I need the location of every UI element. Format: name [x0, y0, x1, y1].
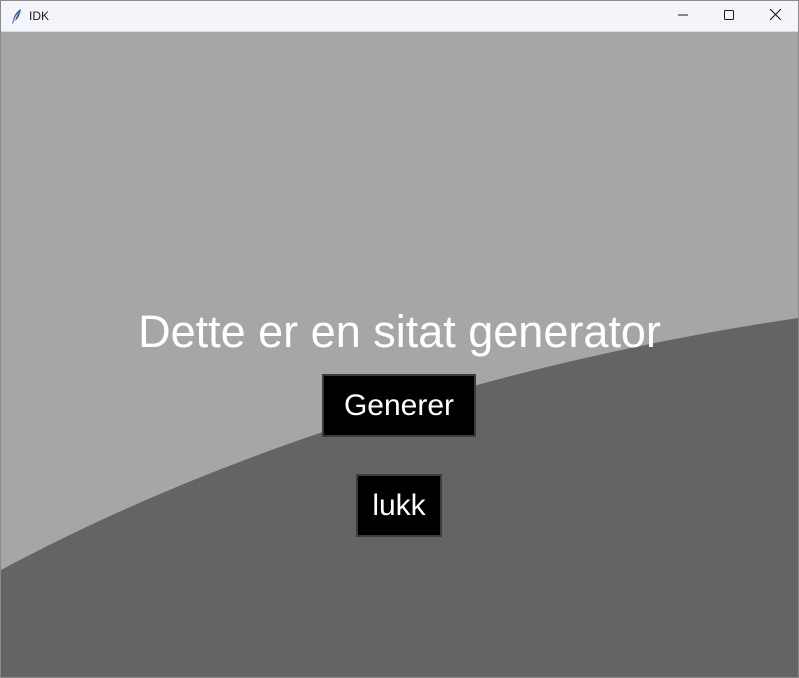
- minimize-button[interactable]: [660, 1, 706, 31]
- title-bar[interactable]: IDK: [1, 1, 798, 32]
- generate-button[interactable]: Generer: [322, 374, 476, 437]
- maximize-button[interactable]: [706, 1, 752, 31]
- window-controls: [660, 1, 798, 31]
- close-app-button[interactable]: lukk: [356, 474, 442, 537]
- minimize-icon: [678, 7, 688, 25]
- feather-icon: [9, 8, 25, 24]
- page-title: Dette er en sitat generator: [138, 306, 661, 357]
- main-canvas: Dette er en sitat generator Generer lukk: [1, 32, 798, 677]
- window-title: IDK: [29, 9, 50, 23]
- app-window: IDK Dette er en sitat generator Generer …: [0, 0, 799, 678]
- close-button[interactable]: [752, 1, 798, 31]
- maximize-icon: [724, 7, 734, 25]
- close-icon: [769, 7, 781, 25]
